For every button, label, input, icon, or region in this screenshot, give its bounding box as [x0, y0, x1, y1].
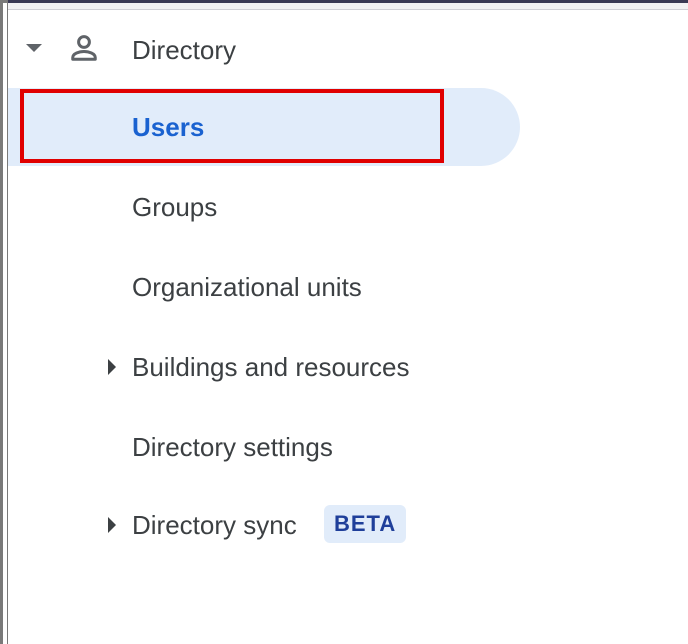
sidebar-item-directory-settings[interactable]: Directory settings [8, 408, 608, 486]
caret-right-icon[interactable] [108, 359, 116, 375]
sidebar-item-label: Organizational units [132, 272, 362, 302]
sidebar-item-label: Directory settings [132, 432, 333, 462]
sidebar-item-label: Buildings and resources [132, 352, 410, 382]
window-top-bar [0, 3, 688, 10]
sidebar-item-label: Users [132, 112, 205, 142]
sidebar-item-groups[interactable]: Groups [8, 168, 608, 246]
sidebar-item-label: Groups [132, 192, 218, 222]
app-window: Directory Users Groups Organizational un… [0, 0, 688, 644]
focus-outline [20, 89, 444, 163]
caret-down-icon[interactable] [26, 44, 42, 52]
sidebar-item-directory-sync[interactable]: Directory sync BETA [8, 486, 608, 564]
sidebar-item-users[interactable]: Users [8, 88, 608, 166]
sidebar-item-organizational-units[interactable]: Organizational units [8, 248, 608, 326]
section-directory-label: Directory [132, 35, 237, 65]
beta-badge: BETA [324, 505, 407, 543]
sidebar-nav: Directory Users Groups Organizational un… [8, 10, 688, 644]
sidebar-item-buildings-and-resources[interactable]: Buildings and resources [8, 328, 608, 406]
sidebar-item-label: Directory sync [132, 510, 297, 540]
window-left-border-inner [3, 3, 7, 644]
section-directory-header[interactable]: Directory [8, 16, 608, 80]
person-icon [71, 35, 97, 61]
caret-right-icon[interactable] [108, 517, 116, 533]
